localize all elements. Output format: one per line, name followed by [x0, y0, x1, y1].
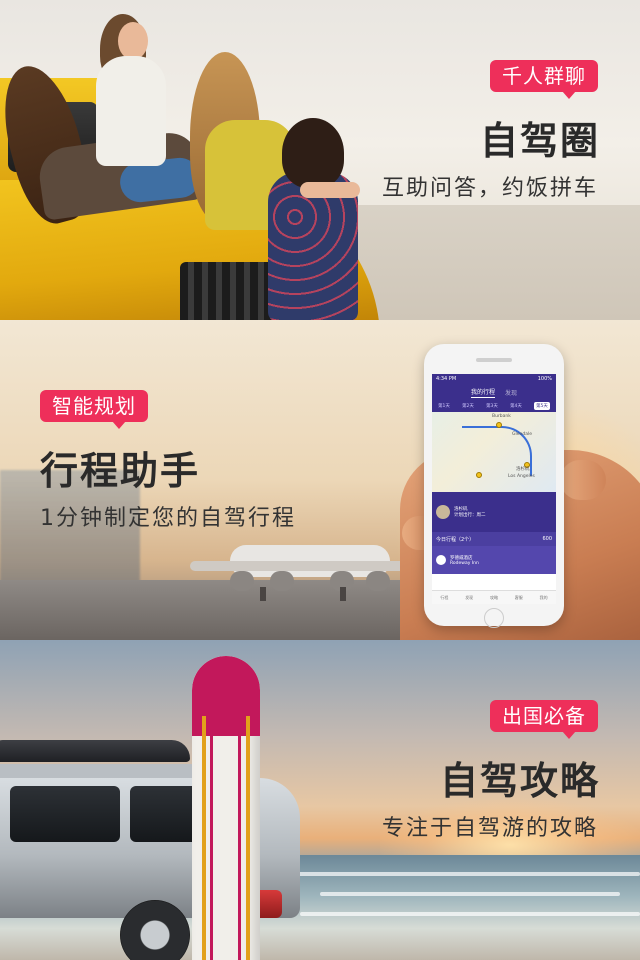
- status-time: 4:34 PM: [436, 376, 457, 382]
- trip-item-subtitle: Rodeway Inn: [450, 560, 479, 566]
- phone-screen: 4:34 PM 100% 我的行程 发现 第1天 第2天 第3天 第4天 第5天…: [432, 374, 556, 604]
- map-label: Los Angeles: [508, 474, 535, 479]
- today-trip-count: 600: [542, 536, 552, 542]
- day-tab: 第4天: [510, 404, 522, 409]
- today-trip-label: 今日行程（2个）: [436, 536, 475, 543]
- feature-panel-trip-assistant: 4:34 PM 100% 我的行程 发现 第1天 第2天 第3天 第4天 第5天…: [0, 320, 640, 640]
- feature-subtitle: 1分钟制定您的自驾行程: [40, 506, 296, 531]
- feature-tag: 出国必备: [490, 700, 598, 739]
- destination-subtitle: 计划出行：周二: [454, 513, 486, 518]
- suv-car-image: [0, 740, 320, 960]
- map-label: 洛杉矶: [516, 467, 530, 472]
- tab-discover: 发现: [505, 389, 518, 397]
- phone-tabbar: 行程 发现 攻略 客服 我的: [432, 590, 556, 604]
- feature-panel-self-drive-circle: 千人群聊 自驾圈 互助问答，约饭拼车: [0, 0, 640, 320]
- hotel-icon: [436, 555, 446, 565]
- feature-tag: 智能规划: [40, 390, 148, 429]
- map-label: Glendale: [512, 432, 532, 437]
- tabbar-item: 客服: [514, 594, 523, 600]
- feature-subtitle: 专注于自驾游的攻略: [381, 816, 598, 841]
- tabbar-item: 行程: [440, 594, 449, 600]
- day-tab: 第3天: [486, 404, 498, 409]
- phone-mockup: 4:34 PM 100% 我的行程 发现 第1天 第2天 第3天 第4天 第5天…: [424, 344, 564, 628]
- surfboard-image: [192, 656, 260, 960]
- airplane-image: [190, 525, 430, 605]
- home-button-icon: [484, 608, 504, 628]
- trip-item: 罗德威酒店 Rodeway Inn: [432, 546, 556, 574]
- status-battery: 100%: [537, 376, 552, 382]
- day-tab-active: 第5天: [534, 402, 550, 410]
- feature-title: 自驾圈: [479, 119, 600, 163]
- feature-tag: 千人群聊: [490, 60, 598, 99]
- tabbar-item: 攻略: [489, 594, 498, 600]
- destination-card: 洛杉矶 计划出行：周二: [432, 492, 556, 532]
- destination-thumbnail: [436, 505, 450, 519]
- day-tab: 第1天: [438, 404, 450, 409]
- day-selector: 第1天 第2天 第3天 第4天 第5天: [432, 400, 556, 412]
- tabbar-item: 我的: [539, 594, 548, 600]
- feature-subtitle: 互助问答，约饭拼车: [381, 176, 598, 201]
- feature-title: 行程助手: [40, 449, 201, 493]
- tabbar-item: 发现: [465, 594, 474, 600]
- feature-title: 自驾攻略: [439, 759, 600, 803]
- route-map: Burbank Glendale Los Angeles 洛杉矶: [432, 412, 556, 492]
- day-tab: 第2天: [462, 404, 474, 409]
- map-label: Burbank: [492, 414, 511, 419]
- tab-my-trips: 我的行程: [470, 388, 495, 398]
- feature-panel-travel-guide: 出国必备 自驾攻略 专注于自驾游的攻略: [0, 640, 640, 960]
